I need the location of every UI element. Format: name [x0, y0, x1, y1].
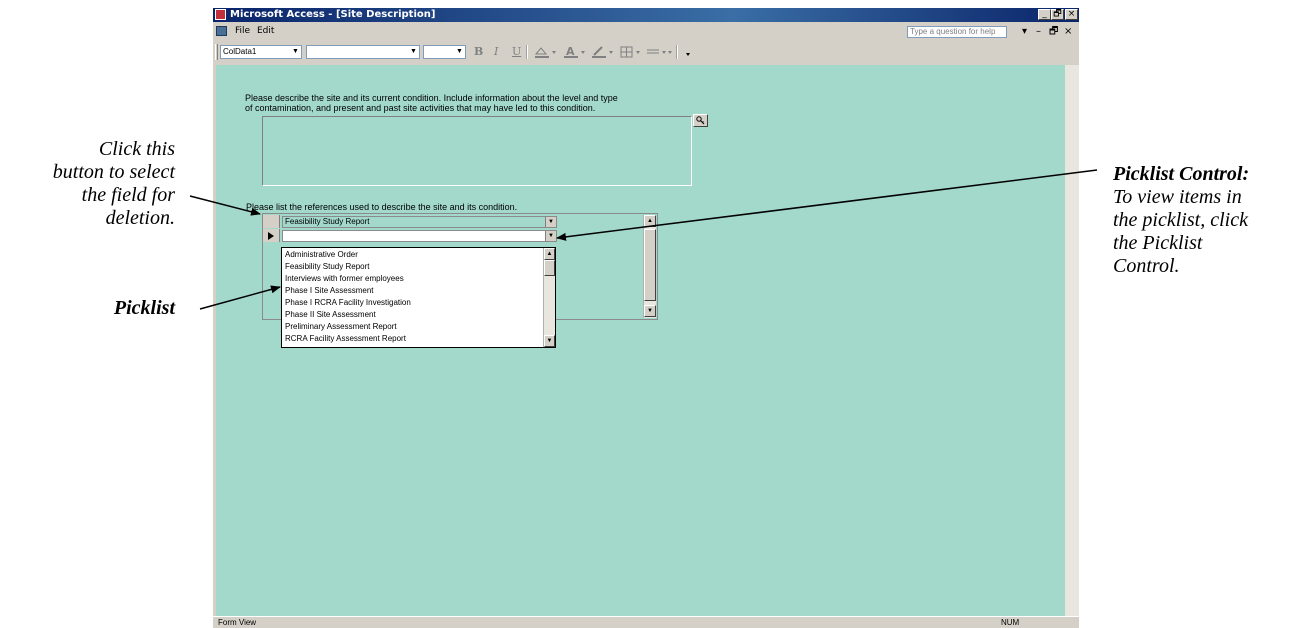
- toolbar-options-icon[interactable]: [683, 45, 693, 63]
- description-prompt-line2: of contamination, and present and past s…: [245, 103, 596, 113]
- status-num-lock: NUM: [1001, 618, 1020, 627]
- picklist-scrollbar[interactable]: ▲ ▼: [543, 248, 555, 347]
- select-field-callout: Click this button to select the field fo…: [53, 138, 175, 230]
- picklist-callout: Picklist: [113, 297, 175, 319]
- font-name-combo[interactable]: ▼: [306, 45, 420, 59]
- fill-color-icon[interactable]: [533, 45, 559, 63]
- callout-line: Click this: [98, 138, 175, 160]
- chevron-down-icon[interactable]: ▼: [455, 47, 464, 57]
- restore-button[interactable]: 🗗: [1051, 9, 1064, 20]
- form-scrollbar[interactable]: [1065, 65, 1079, 616]
- scroll-up-icon[interactable]: ▲: [644, 215, 656, 227]
- status-bar: Form View NUM: [213, 616, 1079, 628]
- picklist-control-button[interactable]: ▼: [545, 231, 556, 241]
- title-bar[interactable]: Microsoft Access - [Site Description] _ …: [213, 8, 1079, 22]
- picklist-item[interactable]: Phase II Site Assessment: [285, 309, 376, 321]
- picklist-control-callout: Picklist Control: To view items in the p…: [1113, 163, 1249, 278]
- menu-bar: File Edit Type a question for help ▾ – 🗗…: [213, 23, 1079, 39]
- zoom-key-icon[interactable]: [693, 114, 708, 127]
- help-dropdown-icon[interactable]: ▾: [1022, 26, 1027, 37]
- callout-line: deletion.: [105, 207, 175, 229]
- picklist-item[interactable]: RCRA Facility Assessment Report: [285, 333, 406, 345]
- references-prompt: Please list the references used to descr…: [246, 202, 518, 212]
- underline-button[interactable]: U: [512, 45, 521, 59]
- access-window: Microsoft Access - [Site Description] _ …: [213, 8, 1079, 628]
- reference-combo[interactable]: Feasibility Study Report ▼: [282, 216, 557, 228]
- scroll-thumb[interactable]: [544, 260, 555, 276]
- picklist-item[interactable]: Administrative Order: [285, 249, 358, 261]
- picklist-item[interactable]: Phase I RCRA Facility Investigation: [285, 297, 411, 309]
- formatting-toolbar: ColData1 ▼ ▼ ▼ B I U A: [213, 40, 1079, 64]
- font-color-icon[interactable]: A: [562, 45, 588, 63]
- form-document-icon[interactable]: [216, 26, 227, 36]
- font-size-combo[interactable]: ▼: [423, 45, 466, 59]
- record-selector[interactable]: [263, 215, 280, 228]
- toolbar-separator: [526, 45, 528, 59]
- line-width-icon[interactable]: [645, 45, 675, 63]
- access-app-icon[interactable]: [215, 9, 226, 20]
- menu-file[interactable]: File: [235, 24, 250, 38]
- scroll-down-icon[interactable]: ▼: [544, 335, 555, 347]
- callout-line: To view items in: [1113, 186, 1242, 208]
- callout-line: Control.: [1113, 255, 1180, 277]
- picklist-item[interactable]: Phase I Site Assessment: [285, 285, 374, 297]
- menu-edit[interactable]: Edit: [257, 24, 274, 38]
- toolbar-separator: [676, 45, 678, 59]
- picklist-dropdown: Administrative Order Feasibility Study R…: [281, 247, 556, 348]
- chevron-down-icon[interactable]: ▼: [409, 47, 418, 57]
- reference-value: Feasibility Study Report: [285, 217, 370, 226]
- minimize-button[interactable]: _: [1038, 9, 1051, 20]
- mdi-minimize-button[interactable]: –: [1036, 26, 1041, 37]
- help-question-input[interactable]: Type a question for help: [907, 26, 1007, 38]
- mdi-close-button[interactable]: ×: [1064, 26, 1072, 37]
- object-combo-value: ColData1: [223, 47, 257, 56]
- callout-line: the field for: [81, 184, 175, 206]
- window-title: Microsoft Access - [Site Description]: [230, 9, 436, 20]
- reference-combo-active[interactable]: ▼: [282, 230, 557, 242]
- picklist-item[interactable]: Interviews with former employees: [285, 273, 404, 285]
- close-button[interactable]: ×: [1065, 9, 1078, 20]
- picklist-item[interactable]: Preliminary Assessment Report: [285, 321, 397, 333]
- site-description-form: Please describe the site and its current…: [216, 65, 1065, 616]
- toolbar-grip[interactable]: [215, 44, 218, 60]
- italic-button[interactable]: I: [494, 45, 498, 59]
- subform-scrollbar[interactable]: ▲ ▼: [643, 215, 656, 318]
- line-color-icon[interactable]: [590, 45, 616, 63]
- scroll-up-icon[interactable]: ▲: [544, 248, 555, 260]
- callout-line: the Picklist: [1113, 232, 1203, 254]
- scroll-down-icon[interactable]: ▼: [644, 305, 656, 317]
- callout-line: button to select: [52, 161, 175, 183]
- picklist-item[interactable]: Feasibility Study Report: [285, 261, 369, 273]
- description-prompt-line1: Please describe the site and its current…: [245, 93, 618, 103]
- site-description-textbox[interactable]: [262, 116, 692, 186]
- border-icon[interactable]: [619, 45, 643, 63]
- scroll-thumb[interactable]: [644, 229, 656, 301]
- mdi-restore-button[interactable]: 🗗: [1049, 26, 1058, 37]
- chevron-down-icon[interactable]: ▼: [545, 217, 556, 227]
- current-record-selector[interactable]: [263, 229, 280, 242]
- object-combo[interactable]: ColData1 ▼: [220, 45, 302, 59]
- chevron-down-icon[interactable]: ▼: [291, 47, 300, 57]
- status-mode: Form View: [218, 618, 257, 627]
- bold-button[interactable]: B: [474, 45, 483, 59]
- callout-line: the picklist, click: [1113, 209, 1248, 231]
- callout-title: Picklist Control:: [1113, 163, 1250, 185]
